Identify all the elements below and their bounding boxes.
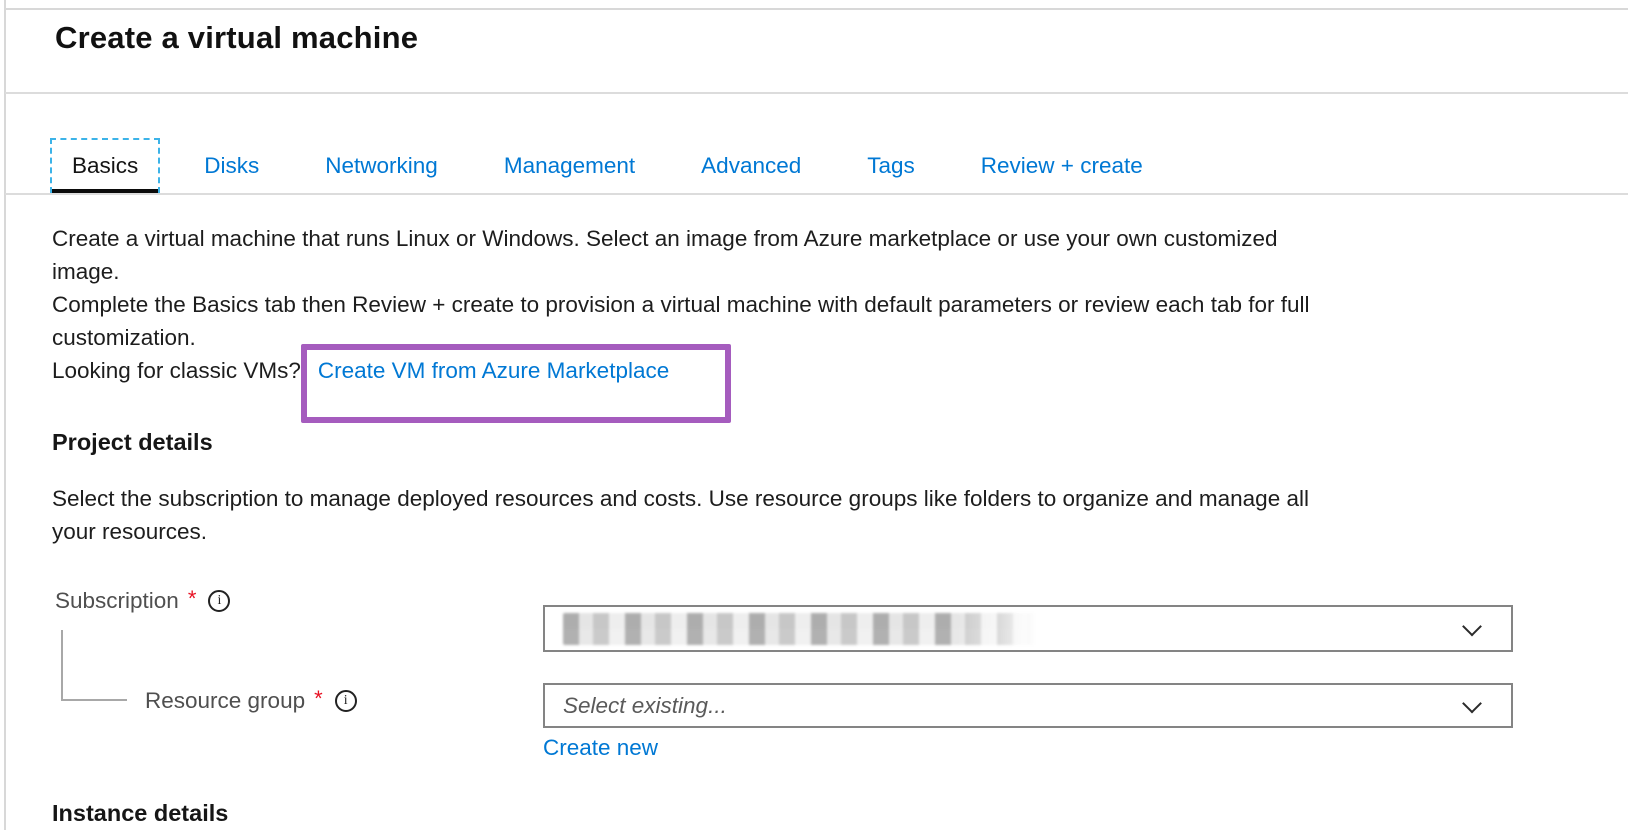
marketplace-link-wrap: Create VM from Azure Marketplace [318, 354, 669, 387]
header-divider [5, 92, 1628, 94]
create-vm-marketplace-link[interactable]: Create VM from Azure Marketplace [318, 358, 669, 383]
resource-group-label-row: Resource group * i [145, 688, 357, 714]
classic-vm-prompt: Looking for classic VMs? [52, 354, 301, 387]
resource-group-label: Resource group [145, 688, 305, 714]
info-icon[interactable]: i [335, 690, 357, 712]
tab-tags[interactable]: Tags [847, 138, 935, 193]
panel-left-border [4, 0, 6, 830]
resource-group-input[interactable] [563, 685, 1511, 726]
subscription-label: Subscription [55, 588, 179, 614]
subscription-dropdown[interactable] [543, 605, 1513, 652]
tree-connector-horizontal [61, 699, 127, 701]
chevron-down-icon [1462, 616, 1482, 636]
annotation-highlight-box [301, 344, 731, 423]
tab-management[interactable]: Management [484, 138, 655, 193]
info-icon[interactable]: i [208, 590, 230, 612]
page-title: Create a virtual machine [55, 20, 418, 56]
instance-details-heading: Instance details [52, 800, 228, 827]
resource-group-dropdown[interactable] [543, 683, 1513, 728]
create-new-link[interactable]: Create new [543, 735, 658, 761]
intro-text: Create a virtual machine that runs Linux… [52, 222, 1532, 387]
tab-review-create[interactable]: Review + create [961, 138, 1163, 193]
tab-bar: Basics Disks Networking Management Advan… [50, 138, 1189, 193]
tab-disks[interactable]: Disks [184, 138, 279, 193]
classic-vm-line: Looking for classic VMs? Create VM from … [52, 354, 1532, 387]
project-details-description: Select the subscription to manage deploy… [52, 482, 1309, 548]
intro-line: Complete the Basics tab then Review + cr… [52, 288, 1532, 321]
description-line: Select the subscription to manage deploy… [52, 482, 1309, 515]
intro-line: customization. [52, 321, 1532, 354]
intro-line: Create a virtual machine that runs Linux… [52, 222, 1532, 255]
tab-networking[interactable]: Networking [305, 138, 458, 193]
tree-connector-vertical [61, 630, 63, 701]
required-asterisk: * [314, 686, 323, 712]
tab-advanced[interactable]: Advanced [681, 138, 821, 193]
tab-basics[interactable]: Basics [50, 138, 160, 193]
panel-top-border [4, 8, 1628, 10]
description-line: your resources. [52, 515, 1309, 548]
project-details-heading: Project details [52, 429, 213, 456]
create-vm-page: Create a virtual machine Basics Disks Ne… [0, 0, 1628, 830]
intro-line: image. [52, 255, 1532, 288]
subscription-value-redacted [563, 613, 1041, 645]
subscription-label-row: Subscription * i [55, 588, 230, 614]
tabs-divider [5, 193, 1628, 195]
required-asterisk: * [188, 586, 197, 612]
